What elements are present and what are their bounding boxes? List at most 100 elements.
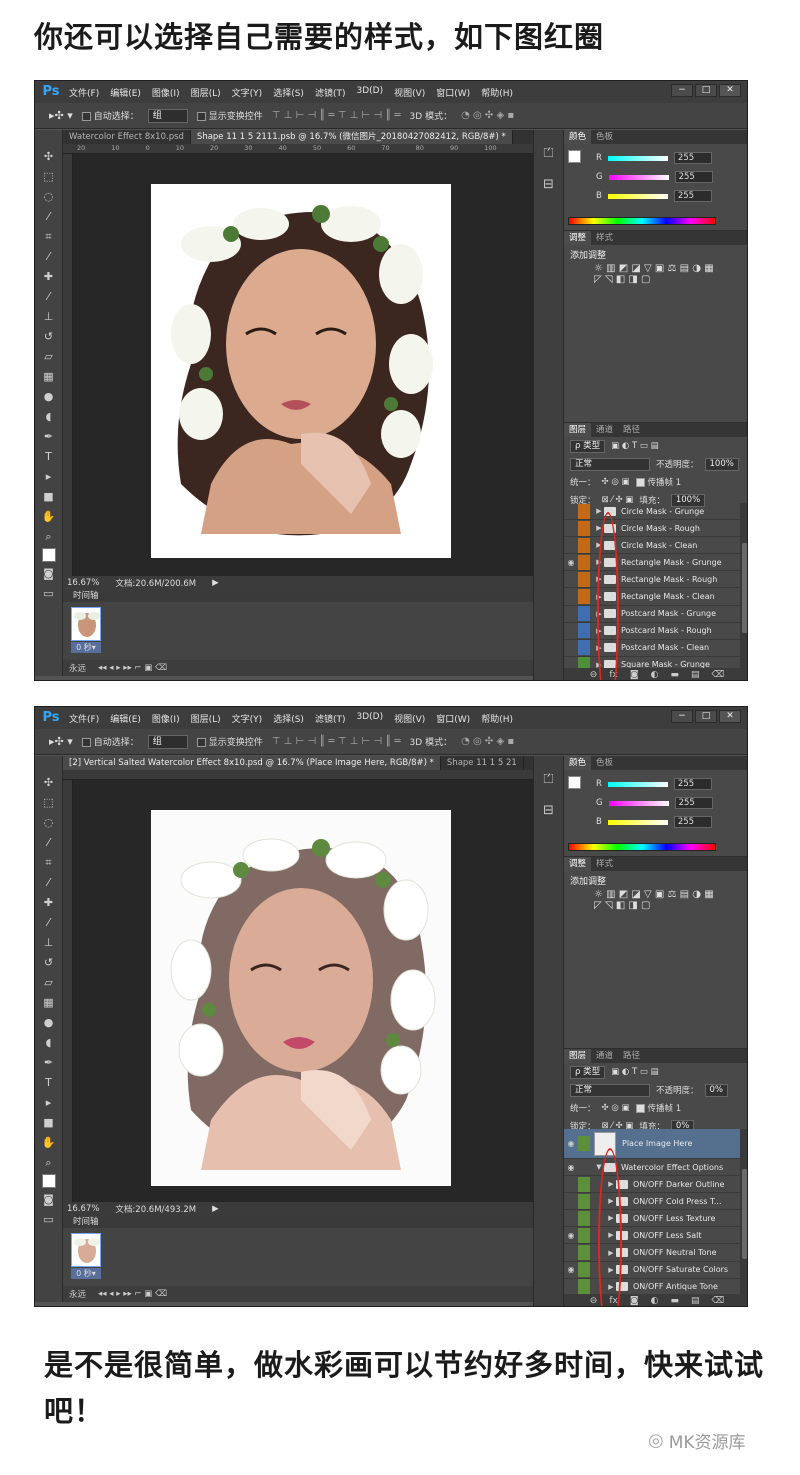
crop-icon[interactable]: ⌗ bbox=[40, 228, 58, 245]
align-icons[interactable]: ⊤ ⊥ ⊢ ⊣ ║ ═ ⊤ ⊥ ⊢ ⊣ ║ ═ bbox=[272, 736, 401, 747]
blur-icon[interactable]: ● bbox=[40, 1014, 58, 1031]
document-canvas[interactable] bbox=[151, 810, 451, 1186]
type-icon[interactable]: T bbox=[40, 448, 58, 465]
shape-icon[interactable]: ■ bbox=[40, 1114, 58, 1131]
trash-icon[interactable]: ⌫ bbox=[711, 1296, 724, 1306]
history-brush-icon[interactable]: ↺ bbox=[40, 328, 58, 345]
3d-icons[interactable]: ◔ ◎ ✣ ◈ ▪ bbox=[461, 110, 514, 121]
playback-icons[interactable]: ◂◂ ◂ ▸ ▸▸ ⌐ ▣ ⌫ bbox=[98, 663, 167, 673]
layer-row[interactable]: ▶ Postcard Mask - Clean bbox=[564, 640, 740, 657]
layer-row[interactable]: ▶ ON/OFF Antique Tone bbox=[564, 1279, 740, 1295]
tab-document-1[interactable]: [2] Vertical Salted Watercolor Effect 8x… bbox=[63, 756, 441, 770]
g-slider[interactable] bbox=[608, 174, 669, 180]
layers-scrollbar[interactable] bbox=[740, 503, 747, 669]
layer-row[interactable]: ▶ Postcard Mask - Rough bbox=[564, 623, 740, 640]
zoom-icon[interactable]: ⌕ bbox=[40, 528, 58, 545]
menu-help[interactable]: 帮助(H) bbox=[481, 86, 513, 99]
visibility-icon[interactable]: ◉ bbox=[564, 1231, 578, 1240]
timeline-frame-1[interactable] bbox=[71, 607, 101, 641]
move-icon[interactable]: ✣ bbox=[40, 774, 58, 791]
menu-type[interactable]: 文字(Y) bbox=[232, 712, 263, 725]
properties-icon[interactable]: ⊟ bbox=[543, 803, 554, 818]
path-select-icon[interactable]: ▸ bbox=[40, 1094, 58, 1111]
menu-filter[interactable]: 滤镜(T) bbox=[315, 86, 346, 99]
b-slider[interactable] bbox=[607, 819, 668, 825]
tab-channels[interactable]: 通道 bbox=[591, 1049, 618, 1063]
stamp-icon[interactable]: ⊥ bbox=[40, 934, 58, 951]
hand-icon[interactable]: ✋ bbox=[40, 508, 58, 525]
eraser-icon[interactable]: ▱ bbox=[40, 348, 58, 365]
menu-layer[interactable]: 图层(L) bbox=[191, 86, 221, 99]
history-icon[interactable]: ⏍ bbox=[544, 146, 554, 161]
dodge-icon[interactable]: ◖ bbox=[40, 408, 58, 425]
tab-swatches[interactable]: 色板 bbox=[591, 130, 618, 144]
close-icon[interactable]: ✕ bbox=[719, 84, 741, 97]
propagate-checkbox[interactable]: 传播帧 1 bbox=[635, 1102, 681, 1114]
mask-icon[interactable]: ◙ bbox=[630, 670, 639, 680]
r-slider[interactable] bbox=[607, 781, 668, 787]
mask-icon[interactable]: ◙ bbox=[630, 1296, 639, 1306]
gradient-icon[interactable]: ▦ bbox=[40, 368, 58, 385]
kind-filter[interactable]: ρ 类型 bbox=[570, 439, 606, 453]
menu-view[interactable]: 视图(V) bbox=[394, 712, 425, 725]
tab-styles[interactable]: 样式 bbox=[591, 231, 618, 245]
frame-time[interactable]: 0 秒▾ bbox=[71, 1268, 101, 1279]
adjust-layer-icon[interactable]: ◐ bbox=[651, 670, 659, 680]
visibility-icon[interactable]: ◉ bbox=[564, 558, 578, 567]
menu-window[interactable]: 窗口(W) bbox=[436, 712, 470, 725]
adjustment-icons[interactable]: ☼ ▥ ◩ ◪ ▽ ▣ ⚖ ▤ ◑ ▦ ◸ ◹ ◧ ◨ ▢ bbox=[594, 263, 714, 285]
layer-row[interactable]: ◉ Place Image Here bbox=[564, 1129, 740, 1159]
opacity-input[interactable]: 0% bbox=[704, 1083, 729, 1097]
transform-checkbox[interactable]: 显示变换控件 bbox=[196, 109, 263, 122]
blend-mode-select[interactable]: 正常 bbox=[570, 457, 650, 471]
layer-row[interactable]: ▶ ON/OFF Neutral Tone bbox=[564, 1244, 740, 1262]
3d-icons[interactable]: ◔ ◎ ✣ ◈ ▪ bbox=[461, 736, 514, 747]
new-layer-icon[interactable]: ▤ bbox=[691, 1296, 700, 1306]
menu-file[interactable]: 文件(F) bbox=[69, 712, 99, 725]
tab-document-1[interactable]: Watercolor Effect 8x10.psd bbox=[63, 130, 191, 144]
loop-select[interactable]: 永远 bbox=[69, 1288, 86, 1300]
menu-3d[interactable]: 3D(D) bbox=[356, 712, 383, 725]
link-icon[interactable]: ⊖ bbox=[590, 670, 598, 680]
menu-select[interactable]: 选择(S) bbox=[273, 712, 304, 725]
visibility-icon[interactable]: ◉ bbox=[564, 1163, 578, 1172]
adjustment-icons[interactable]: ☼ ▥ ◩ ◪ ▽ ▣ ⚖ ▤ ◑ ▦ ◸ ◹ ◧ ◨ ▢ bbox=[594, 889, 714, 911]
gradient-icon[interactable]: ▦ bbox=[40, 994, 58, 1011]
pen-icon[interactable]: ✒ bbox=[40, 428, 58, 445]
auto-select-checkbox[interactable]: 自动选择： bbox=[81, 109, 139, 122]
g-value[interactable]: 255 bbox=[674, 797, 713, 809]
expand-icon[interactable]: ▶ bbox=[594, 507, 604, 515]
g-value[interactable]: 255 bbox=[674, 171, 713, 183]
layer-row[interactable]: ◉ ▶ ON/OFF Less Salt bbox=[564, 1227, 740, 1245]
opacity-input[interactable]: 100% bbox=[704, 457, 739, 471]
tab-color[interactable]: 颜色 bbox=[564, 130, 592, 144]
maximize-icon[interactable]: □ bbox=[695, 84, 717, 97]
quick-select-icon[interactable]: ⁄ bbox=[40, 834, 58, 851]
layer-row[interactable]: ◉ ▶ Rectangle Mask - Grunge bbox=[564, 554, 740, 572]
layers-scrollbar[interactable] bbox=[740, 1129, 747, 1295]
group-select[interactable]: 组 bbox=[147, 108, 188, 123]
document-canvas[interactable] bbox=[151, 184, 451, 558]
unify-icons[interactable]: ✣ ◎ ▣ bbox=[602, 477, 630, 487]
b-slider[interactable] bbox=[607, 193, 668, 199]
quick-select-icon[interactable]: ⁄ bbox=[40, 208, 58, 225]
tab-document-2[interactable]: Shape 11 1 5 2111.psb @ 16.7% (微信图片_2018… bbox=[190, 130, 513, 144]
minimize-icon[interactable]: − bbox=[671, 84, 693, 97]
menu-image[interactable]: 图像(I) bbox=[152, 712, 180, 725]
menu-3d[interactable]: 3D(D) bbox=[356, 86, 383, 99]
menu-layer[interactable]: 图层(L) bbox=[191, 712, 221, 725]
dodge-icon[interactable]: ◖ bbox=[40, 1034, 58, 1051]
tab-paths[interactable]: 路径 bbox=[618, 1049, 645, 1063]
group-select[interactable]: 组 bbox=[147, 734, 188, 749]
menu-select[interactable]: 选择(S) bbox=[273, 86, 304, 99]
layer-row[interactable]: ▶ Rectangle Mask - Clean bbox=[564, 588, 740, 606]
eyedropper-icon[interactable]: ⁄ bbox=[40, 248, 58, 265]
status-arrow-icon[interactable]: ▶ bbox=[212, 578, 219, 588]
brush-icon[interactable]: ⁄ bbox=[40, 288, 58, 305]
menu-help[interactable]: 帮助(H) bbox=[481, 712, 513, 725]
menu-file[interactable]: 文件(F) bbox=[69, 86, 99, 99]
color-spectrum[interactable] bbox=[568, 217, 716, 225]
tab-color[interactable]: 颜色 bbox=[564, 756, 592, 770]
move-icon[interactable]: ✣ bbox=[40, 148, 58, 165]
r-slider[interactable] bbox=[607, 155, 668, 161]
